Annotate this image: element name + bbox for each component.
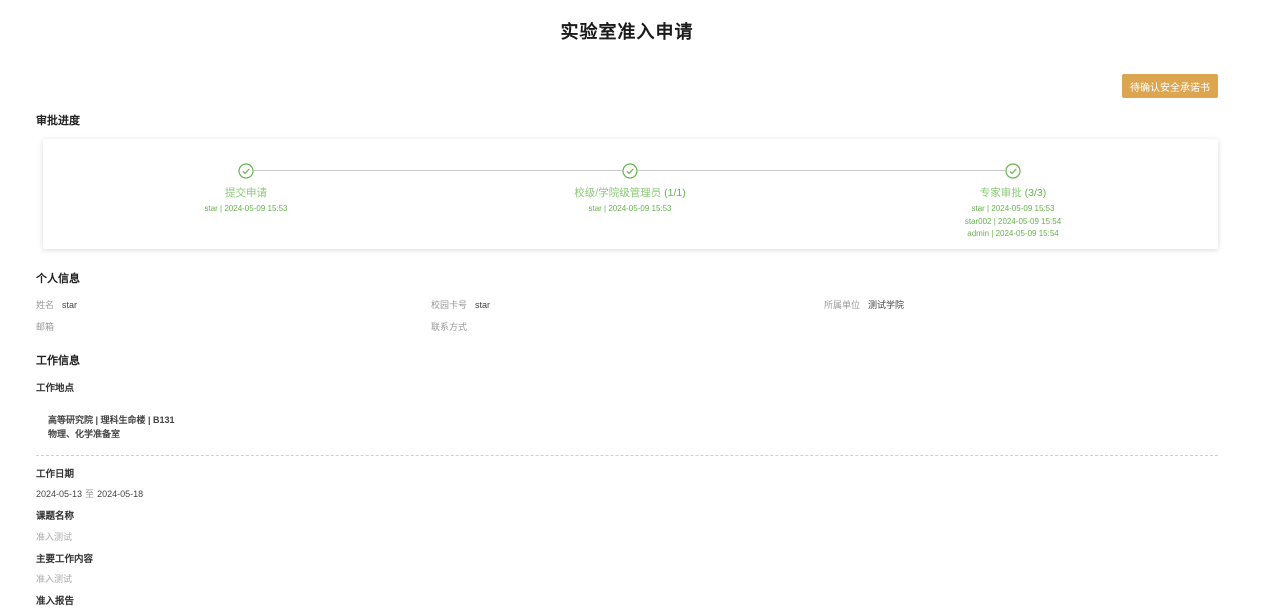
check-circle-icon <box>1005 163 1021 179</box>
approval-progress-card: 提交申请 star | 2024-05-09 15:53 校级/学院级管理员 (… <box>43 139 1218 249</box>
info-name: 姓名 star <box>36 298 77 311</box>
content-value: 准入测试 <box>36 574 73 584</box>
location-room: 物理、化学准备室 <box>48 429 121 439</box>
step-title: 校级/学院级管理员 (1/1) <box>574 187 686 199</box>
step-record: star | 2024-05-09 15:53 <box>588 204 672 213</box>
date-start: 2024-05-13 <box>36 489 83 499</box>
info-email: 邮箱 <box>36 320 62 333</box>
info-contact: 联系方式 <box>431 320 475 333</box>
approval-section-title: 审批进度 <box>36 115 80 127</box>
personal-section-title: 个人信息 <box>36 273 80 285</box>
work-section-title: 工作信息 <box>36 355 80 367</box>
name-label: 姓名 <box>36 300 55 310</box>
unit-value: 测试学院 <box>868 300 905 310</box>
step-record: star | 2024-05-09 15:53 <box>971 204 1055 213</box>
info-unit: 所属单位 测试学院 <box>824 298 904 311</box>
card-value: star <box>475 300 491 310</box>
step-title: 提交申请 <box>225 187 267 199</box>
step-record: star | 2024-05-09 15:53 <box>204 204 288 213</box>
step-record: star002 | 2024-05-09 15:54 <box>964 216 1062 226</box>
page-title: 实验室准入申请 <box>560 22 694 42</box>
email-label: 邮箱 <box>36 322 55 332</box>
step-college-admin: 校级/学院级管理员 (1/1) star | 2024-05-09 15:53 <box>500 163 760 216</box>
work-date-label: 工作日期 <box>36 469 75 480</box>
name-value: star <box>62 300 78 310</box>
step-expert-approval: 专家审批 (3/3) star | 2024-05-09 15:53 star0… <box>883 163 1143 241</box>
check-circle-icon <box>238 163 254 179</box>
contact-label: 联系方式 <box>431 322 468 332</box>
step-submit: 提交申请 star | 2024-05-09 15:53 <box>116 163 376 216</box>
card-label: 校园卡号 <box>431 300 468 310</box>
content-label: 主要工作内容 <box>36 554 94 565</box>
work-location-label: 工作地点 <box>36 383 75 394</box>
step-record: admin | 2024-05-09 15:54 <box>967 229 1059 238</box>
date-end: 2024-05-18 <box>97 489 144 499</box>
work-date-range: 2024-05-13 至 2024-05-18 <box>36 487 143 500</box>
topic-value: 准入测试 <box>36 532 73 542</box>
info-card-number: 校园卡号 star <box>431 298 490 311</box>
topic-label: 课题名称 <box>36 511 75 522</box>
date-separator: 至 <box>85 489 95 499</box>
work-location: 高等研究院 | 理科生命楼 | B131 物理、化学准备室 <box>48 413 175 441</box>
dashed-divider <box>36 455 1218 456</box>
unit-label: 所属单位 <box>824 300 861 310</box>
check-circle-icon <box>622 163 638 179</box>
step-title: 专家审批 (3/3) <box>979 187 1047 199</box>
confirm-safety-pledge-button[interactable]: 待确认安全承诺书 <box>1122 74 1218 98</box>
location-building: 高等研究院 | 理科生命楼 | B131 <box>48 415 175 425</box>
report-label: 准入报告 <box>36 596 75 607</box>
